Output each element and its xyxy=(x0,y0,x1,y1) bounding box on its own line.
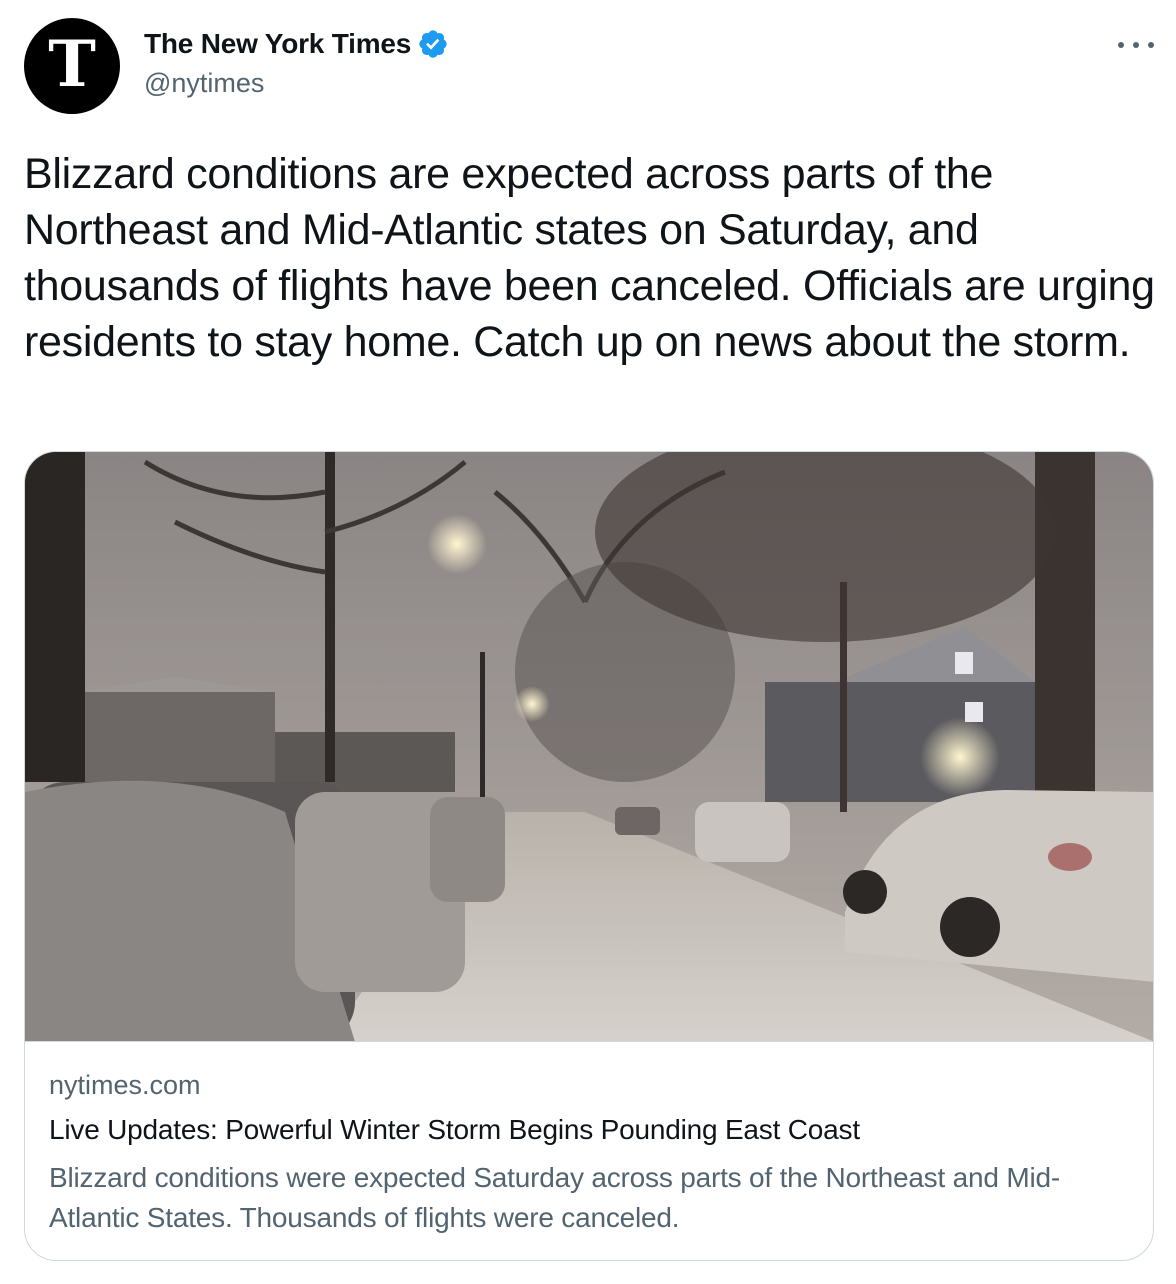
card-image[interactable] xyxy=(25,452,1153,1042)
link-card[interactable]: nytimes.com Live Updates: Powerful Winte… xyxy=(24,451,1154,1261)
verified-badge-icon xyxy=(419,30,447,58)
nyt-logo-icon: T xyxy=(48,27,96,102)
card-domain: nytimes.com xyxy=(49,1070,201,1100)
tweet[interactable]: T The New York Times @nytimes Blizzard c… xyxy=(0,0,1176,1284)
card-title: Live Updates: Powerful Winter Storm Begi… xyxy=(49,1114,860,1145)
more-dot xyxy=(1118,42,1124,48)
snowy-street-photo xyxy=(25,452,1153,1041)
card-description: Blizzard conditions were expected Saturd… xyxy=(49,1162,1060,1233)
more-dot xyxy=(1133,42,1139,48)
tweet-text: Blizzard conditions are expected across … xyxy=(24,150,1155,366)
avatar[interactable]: T xyxy=(24,18,120,114)
more-options-icon[interactable] xyxy=(1118,30,1154,60)
more-dot xyxy=(1148,42,1154,48)
author-display-name[interactable]: The New York Times xyxy=(144,28,411,60)
author-handle[interactable]: @nytimes xyxy=(144,68,264,99)
author-name-row: The New York Times xyxy=(144,26,449,62)
